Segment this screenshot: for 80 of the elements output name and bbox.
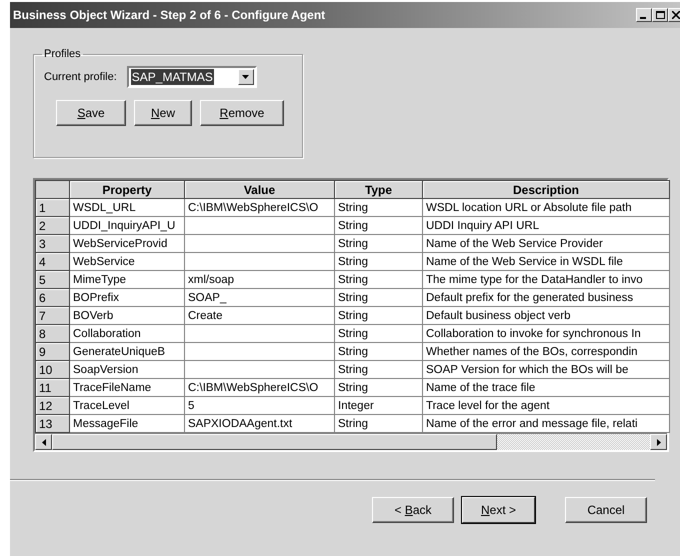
table-cell[interactable]: C:\IBM\WebSphereICS\O — [184, 378, 334, 396]
row-number[interactable]: 5 — [36, 270, 70, 288]
table-cell[interactable]: xml/soap — [184, 270, 334, 288]
row-number[interactable]: 9 — [36, 342, 70, 360]
profile-button[interactable]: Remove — [200, 100, 284, 126]
table-cell[interactable]: WSDL location URL or Absolute file path — [422, 198, 670, 216]
scrollbar-thumb[interactable] — [52, 434, 497, 450]
profile-value: SAP_MATMAS — [130, 69, 214, 85]
profile-button[interactable]: New — [134, 100, 192, 126]
minimize-button[interactable] — [636, 8, 652, 22]
table-cell[interactable]: String — [334, 360, 422, 378]
table-cell[interactable]: Default business object verb — [422, 306, 670, 324]
table-cell[interactable]: GenerateUniqueB — [70, 342, 184, 360]
table-cell[interactable]: String — [334, 306, 422, 324]
table-cell[interactable]: Default prefix for the generated business — [422, 288, 670, 306]
column-header[interactable]: Value — [184, 180, 334, 198]
table-cell[interactable]: WebService — [70, 252, 184, 270]
window-title: Business Object Wizard - Step 2 of 6 - Configure Agent — [13, 8, 326, 22]
group-legend: Profiles — [42, 48, 83, 60]
row-number[interactable]: 7 — [36, 306, 70, 324]
table-cell[interactable]: String — [334, 270, 422, 288]
table-cell[interactable]: Name of the Web Service Provider — [422, 234, 670, 252]
table-cell[interactable]: UDDI_InquiryAPI_U — [70, 216, 184, 234]
table-cell[interactable]: Name of the Web Service in WSDL file — [422, 252, 670, 270]
wizard-button[interactable]: Next > — [462, 497, 535, 523]
table-cell[interactable]: BOVerb — [70, 306, 184, 324]
table-cell[interactable]: TraceFileName — [70, 378, 184, 396]
profile-label: Current profile: — [44, 71, 117, 83]
table-cell[interactable]: Whether names of the BOs, correspondin — [422, 342, 670, 360]
table-cell[interactable]: Integer — [334, 396, 422, 414]
scroll-right-icon — [656, 438, 660, 446]
profile-button[interactable]: Save — [56, 100, 126, 126]
maximize-button[interactable] — [652, 8, 668, 22]
column-header[interactable]: Description — [422, 180, 670, 198]
table-cell[interactable]: String — [334, 288, 422, 306]
row-number[interactable]: 2 — [36, 216, 70, 234]
scroll-left-icon — [42, 438, 46, 446]
table-cell[interactable]: String — [334, 342, 422, 360]
row-number[interactable]: 3 — [36, 234, 70, 252]
row-number[interactable]: 12 — [36, 396, 70, 414]
table-cell[interactable]: SoapVersion — [70, 360, 184, 378]
table-cell[interactable]: 5 — [184, 396, 334, 414]
close-icon — [672, 11, 680, 19]
profile-dropdown[interactable]: SAP_MATMAS — [126, 66, 257, 88]
row-number[interactable]: 13 — [36, 414, 70, 432]
table-cell[interactable]: Create — [184, 306, 334, 324]
row-number[interactable]: 10 — [36, 360, 70, 378]
table-cell[interactable]: SOAP Version for which the BOs will be — [422, 360, 670, 378]
table-cell[interactable]: Collaboration — [70, 324, 184, 342]
wizard-button[interactable]: < Back — [372, 497, 454, 523]
column-header[interactable]: Property — [70, 180, 184, 198]
table-cell[interactable]: SOAP_ — [184, 288, 334, 306]
table-cell[interactable]: String — [334, 378, 422, 396]
row-number[interactable]: 11 — [36, 378, 70, 396]
table-cell[interactable]: String — [334, 216, 422, 234]
table-cell[interactable]: WSDL_URL — [70, 198, 184, 216]
table-cell[interactable]: UDDI Inquiry API URL — [422, 216, 670, 234]
column-header[interactable]: Type — [334, 180, 422, 198]
row-number[interactable]: 8 — [36, 324, 70, 342]
table-cell[interactable]: C:\IBM\WebSphereICS\O — [184, 198, 334, 216]
row-number[interactable]: 4 — [36, 252, 70, 270]
row-number[interactable]: 1 — [36, 198, 70, 216]
close-button[interactable] — [668, 8, 680, 22]
table-cell[interactable]: Name of the trace file — [422, 378, 670, 396]
dropdown-arrow-icon — [242, 75, 250, 79]
wizard-button[interactable]: Cancel — [565, 497, 647, 523]
horizontal-scrollbar[interactable] — [35, 433, 667, 450]
table-cell[interactable]: String — [334, 252, 422, 270]
table-cell[interactable]: String — [334, 198, 422, 216]
table-cell[interactable]: Collaboration to invoke for synchronous In — [422, 324, 670, 342]
table-cell[interactable]: WebServiceProvid — [70, 234, 184, 252]
table-cell[interactable]: String — [334, 234, 422, 252]
maximize-icon — [656, 11, 664, 19]
row-number[interactable]: 6 — [36, 288, 70, 306]
table-cell[interactable]: Trace level for the agent — [422, 396, 670, 414]
table-cell[interactable]: String — [334, 324, 422, 342]
table-cell[interactable]: MimeType — [70, 270, 184, 288]
table-cell[interactable]: BOPrefix — [70, 288, 184, 306]
table-cell[interactable]: The mime type for the DataHandler to invo — [422, 270, 670, 288]
table-cell[interactable]: TraceLevel — [70, 396, 184, 414]
